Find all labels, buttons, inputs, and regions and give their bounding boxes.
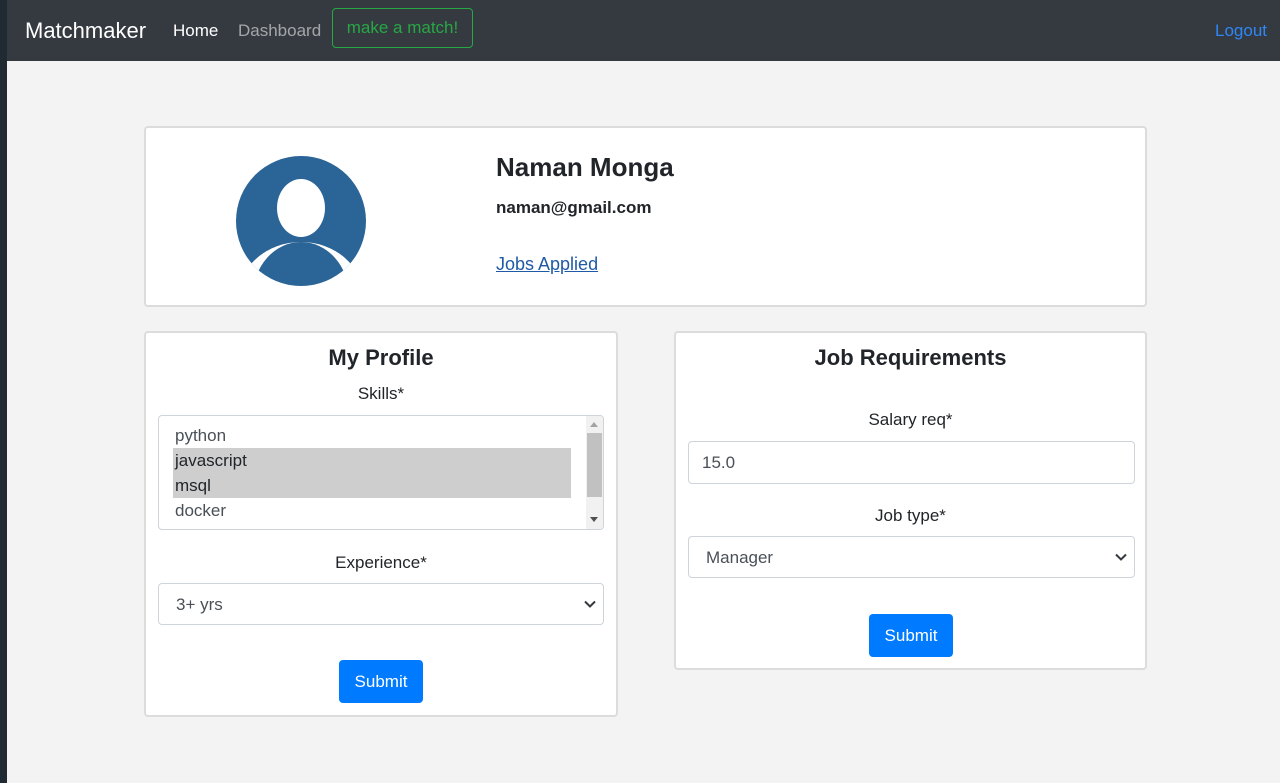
skill-option-python[interactable]: python bbox=[173, 423, 571, 448]
salary-label: Salary req* bbox=[868, 410, 953, 429]
user-avatar-icon bbox=[236, 156, 366, 286]
job-type-selected-value: Manager bbox=[706, 548, 774, 567]
make-a-match-button[interactable]: make a match! bbox=[332, 8, 473, 48]
skill-option-docker[interactable]: docker bbox=[173, 498, 571, 523]
chevron-down-icon bbox=[584, 600, 596, 608]
skill-option-msql[interactable]: msql bbox=[173, 473, 571, 498]
skill-option-javascript[interactable]: javascript bbox=[173, 448, 571, 473]
experience-label: Experience* bbox=[335, 553, 427, 572]
scroll-down-arrow-icon[interactable] bbox=[590, 517, 598, 522]
user-profile-card: Naman Monga naman@gmail.com Jobs Applied bbox=[144, 126, 1147, 307]
brand-link[interactable]: Matchmaker bbox=[25, 18, 146, 44]
user-name: Naman Monga bbox=[496, 152, 674, 182]
user-email: naman@gmail.com bbox=[496, 198, 652, 217]
skills-listbox[interactable]: python javascript msql docker bbox=[158, 415, 604, 530]
experience-selected-value: 3+ yrs bbox=[176, 595, 223, 614]
top-navbar: Matchmaker Home Dashboard make a match! … bbox=[7, 0, 1280, 61]
job-type-label: Job type* bbox=[875, 506, 946, 525]
job-requirements-card: Job Requirements Salary req* Job type* M… bbox=[674, 331, 1147, 670]
experience-select[interactable]: 3+ yrs bbox=[158, 583, 604, 625]
scroll-thumb[interactable] bbox=[587, 433, 602, 497]
scroll-up-arrow-icon[interactable] bbox=[590, 422, 598, 427]
my-profile-card: My Profile Skills* python javascript msq… bbox=[144, 331, 618, 717]
job-type-select[interactable]: Manager bbox=[688, 536, 1135, 578]
my-profile-title: My Profile bbox=[328, 345, 434, 370]
window-edge bbox=[0, 0, 7, 783]
profile-submit-button[interactable]: Submit bbox=[339, 660, 423, 703]
jobs-applied-link[interactable]: Jobs Applied bbox=[496, 254, 598, 275]
logout-link[interactable]: Logout bbox=[1215, 21, 1267, 41]
salary-input[interactable] bbox=[688, 441, 1135, 484]
nav-dashboard-link[interactable]: Dashboard bbox=[238, 21, 321, 41]
skills-label: Skills* bbox=[357, 384, 405, 403]
job-requirements-submit-button[interactable]: Submit bbox=[869, 614, 953, 657]
nav-home-link[interactable]: Home bbox=[173, 21, 218, 41]
skills-scrollbar[interactable] bbox=[586, 416, 603, 529]
job-requirements-title: Job Requirements bbox=[814, 345, 1007, 370]
chevron-down-icon bbox=[1115, 553, 1127, 561]
